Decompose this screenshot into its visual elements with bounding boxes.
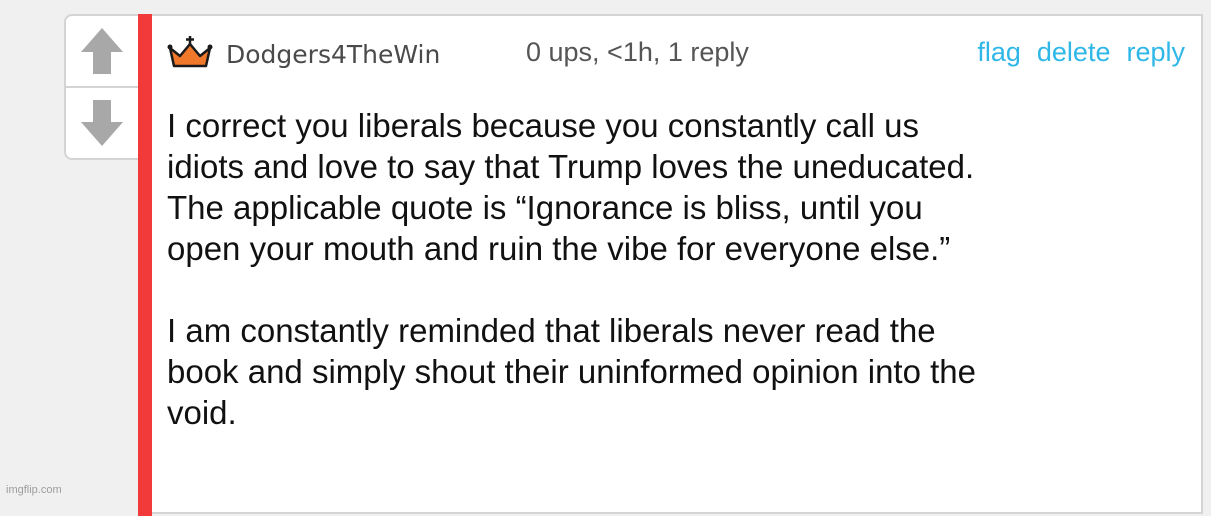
comment-line: book and simply shout their uninformed o…: [167, 353, 976, 390]
reply-link[interactable]: reply: [1126, 37, 1185, 68]
comment-line: I am constantly reminded that liberals n…: [167, 312, 936, 349]
comment-username[interactable]: Dodgers4TheWin: [226, 40, 440, 69]
upvote-button[interactable]: [66, 16, 138, 86]
comment-card: Dodgers4TheWin 0 ups, <1h, 1 reply flag …: [138, 14, 1203, 516]
crown-icon: [167, 36, 213, 68]
comment-line: idiots and love to say that Trump loves …: [167, 148, 975, 185]
delete-link[interactable]: delete: [1037, 37, 1111, 68]
comment-line: open your mouth and ruin the vibe for ev…: [167, 230, 951, 267]
comment-line: void.: [167, 394, 237, 431]
comment-meta: 0 ups, <1h, 1 reply: [526, 37, 749, 67]
comment-paragraph: I correct you liberals because you const…: [167, 105, 1197, 269]
vote-controls: [64, 14, 138, 160]
watermark: imgflip.com: [6, 484, 62, 496]
comment-line: I correct you liberals because you const…: [167, 107, 920, 144]
comment-actions: flag delete reply: [977, 37, 1185, 68]
comment-header: Dodgers4TheWin 0 ups, <1h, 1 reply flag …: [166, 32, 1187, 72]
flag-link[interactable]: flag: [977, 37, 1021, 68]
arrow-down-icon: [81, 100, 123, 146]
comment-body: I correct you liberals because you const…: [167, 105, 1197, 474]
downvote-button[interactable]: [66, 88, 138, 158]
comment-line: The applicable quote is “Ignorance is bl…: [167, 189, 923, 226]
arrow-up-icon: [81, 28, 123, 74]
comment-accent-bar: [138, 14, 152, 516]
comment-paragraph: I am constantly reminded that liberals n…: [167, 310, 1197, 433]
